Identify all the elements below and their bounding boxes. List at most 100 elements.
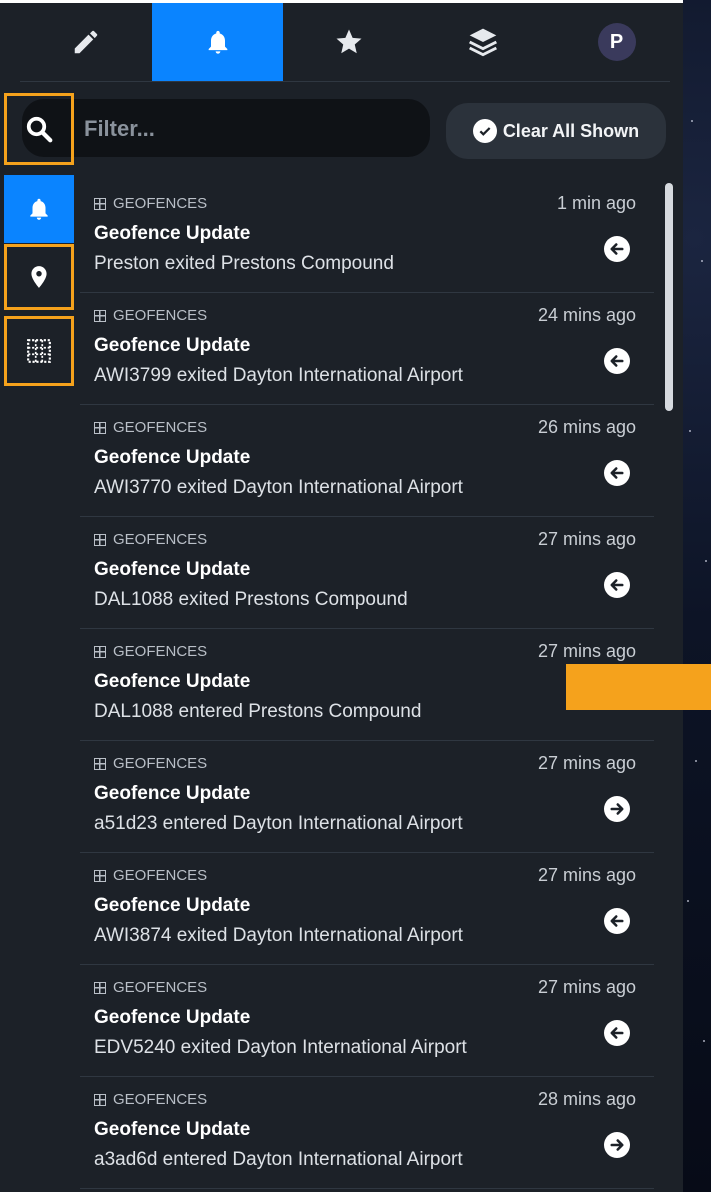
arrow-right-icon [610,803,624,815]
side-notifications-button[interactable] [4,175,74,243]
direction-arrow-button[interactable] [604,1020,630,1046]
notification-description: AWI3874 exited Dayton International Airp… [94,925,463,946]
list-item[interactable]: GEOFENCES 27 mins ago Geofence Update ED… [80,965,654,1077]
category-label: GEOFENCES [94,1091,207,1108]
notification-title: Geofence Update [94,671,251,692]
category-label: GEOFENCES [94,867,207,884]
category-text: GEOFENCES [113,419,208,436]
list-item[interactable]: GEOFENCES 24 mins ago Geofence Update AW… [80,293,654,405]
direction-arrow-button[interactable] [604,1132,630,1158]
direction-arrow-button[interactable] [604,908,630,934]
category-label: GEOFENCES [94,755,207,772]
list-item[interactable]: GEOFENCES 27 mins ago Geofence Update AW… [80,853,654,965]
geofence-icon [94,309,106,322]
check-circle-icon [472,119,497,143]
tab-edit[interactable] [20,3,151,81]
clear-all-shown-button[interactable]: Clear All Shown [446,103,666,159]
category-label: GEOFENCES [94,307,207,324]
filter-input[interactable] [82,107,416,151]
avatar: P [597,23,636,61]
timestamp: 27 mins ago [537,753,636,773]
category-label: GEOFENCES [94,643,207,660]
geofence-icon [94,757,106,770]
category-label: GEOFENCES [94,531,207,548]
timestamp: 27 mins ago [537,977,636,997]
category-text: GEOFENCES [113,643,208,660]
bell-icon [30,198,48,220]
list-item[interactable]: GEOFENCES 26 mins ago Geofence Update AW… [80,405,654,517]
direction-arrow-button[interactable] [604,572,630,598]
notification-title: Geofence Update [94,223,251,244]
geofence-icon [94,1093,106,1106]
category-text: GEOFENCES [113,307,208,324]
category-text: GEOFENCES [113,755,208,772]
category-text: GEOFENCES [113,531,208,548]
scrollbar-thumb[interactable] [665,183,673,411]
pencil-icon [74,30,97,54]
notification-title: Geofence Update [94,783,251,804]
timestamp: 1 min ago [556,193,636,213]
tab-layers[interactable] [417,3,548,81]
timestamp: 28 mins ago [537,1089,636,1109]
notification-description: a51d23 entered Dayton International Airp… [94,813,463,834]
notification-title: Geofence Update [94,1119,251,1140]
category-text: GEOFENCES [113,195,208,212]
direction-arrow-button[interactable] [604,348,630,374]
arrow-left-icon [610,467,624,479]
timestamp: 26 mins ago [537,417,636,437]
timestamp: 24 mins ago [537,305,636,325]
geofence-icon [94,981,106,994]
tab-notifications[interactable] [152,3,283,81]
layers-icon [468,28,497,57]
side-geofences-button[interactable] [4,316,74,386]
notification-title: Geofence Update [94,1007,251,1028]
category-text: GEOFENCES [113,867,208,884]
map-pin-icon [31,266,47,288]
arrow-left-icon [610,579,624,591]
bell-icon [208,30,227,54]
list-item[interactable]: GEOFENCES 28 mins ago Geofence Update a3… [80,1077,654,1189]
arrow-left-icon [610,1027,624,1039]
map-background [683,0,711,1192]
highlight-marker [566,664,711,710]
category-label: GEOFENCES [94,419,207,436]
arrow-left-icon [610,243,624,255]
category-label: GEOFENCES [94,195,207,212]
geofence-icon [94,197,106,210]
notification-description: DAL1088 entered Prestons Compound [94,701,422,722]
notification-title: Geofence Update [94,447,251,468]
direction-arrow-button[interactable] [604,796,630,822]
notification-description: AWI3799 exited Dayton International Airp… [94,365,463,386]
geofence-icon [94,869,106,882]
side-locations-button[interactable] [4,244,74,310]
list-item[interactable]: GEOFENCES 1 min ago Geofence Update Pres… [80,181,654,293]
geofence-icon [94,645,106,658]
clear-all-shown-label: Clear All Shown [502,120,640,141]
star-icon [336,29,361,54]
notification-title: Geofence Update [94,559,251,580]
arrow-left-icon [610,915,624,927]
search-icon [26,116,53,143]
timestamp: 27 mins ago [537,641,636,661]
grid-icon [27,339,51,363]
geofence-icon [94,533,106,546]
tab-profile[interactable]: P [551,3,682,81]
category-text: GEOFENCES [113,1091,208,1108]
side-search-button[interactable] [4,93,74,165]
timestamp: 27 mins ago [537,529,636,549]
notification-description: DAL1088 exited Prestons Compound [94,589,408,610]
direction-arrow-button[interactable] [604,460,630,486]
category-text: GEOFENCES [113,979,208,996]
tab-favorites[interactable] [283,3,414,81]
list-item[interactable]: GEOFENCES 27 mins ago Geofence Update a5… [80,741,654,853]
notification-description: AWI3770 exited Dayton International Airp… [94,477,463,498]
notification-description: EDV5240 exited Dayton International Airp… [94,1037,467,1058]
list-item[interactable]: GEOFENCES 27 mins ago Geofence Update DA… [80,517,654,629]
notification-title: Geofence Update [94,895,251,916]
category-label: GEOFENCES [94,979,207,996]
notification-description: a3ad6d entered Dayton International Airp… [94,1149,463,1170]
direction-arrow-button[interactable] [604,236,630,262]
notification-title: Geofence Update [94,335,251,356]
timestamp: 27 mins ago [537,865,636,885]
notifications-panel: P Clear All Shown GE [0,3,683,1192]
